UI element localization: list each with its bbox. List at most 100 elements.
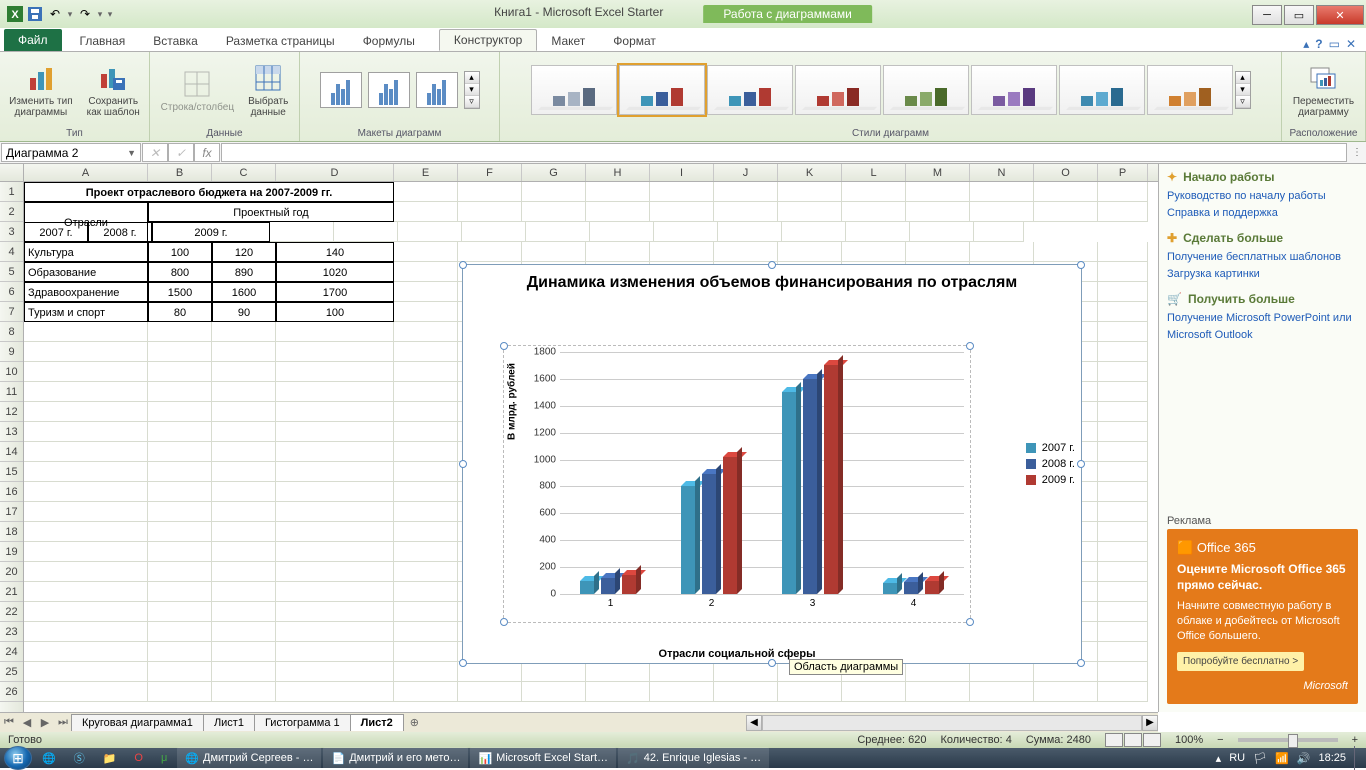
row-header[interactable]: 4 — [0, 242, 23, 262]
taskbar-pin-skype[interactable]: Ⓢ — [66, 747, 93, 769]
row-header[interactable]: 5 — [0, 262, 23, 282]
row-header[interactable]: 8 — [0, 322, 23, 342]
cell[interactable] — [394, 202, 458, 222]
cell[interactable] — [842, 682, 906, 702]
cell[interactable] — [714, 682, 778, 702]
cell[interactable] — [212, 382, 276, 402]
cell[interactable] — [842, 182, 906, 202]
fx-icon[interactable]: fx — [194, 143, 220, 162]
chart-legend[interactable]: 2007 г.2008 г.2009 г. — [1026, 438, 1075, 490]
cell[interactable] — [1098, 662, 1148, 682]
cell[interactable] — [24, 522, 148, 542]
cell[interactable] — [394, 562, 458, 582]
cell[interactable] — [1098, 362, 1148, 382]
save-as-template-button[interactable]: Сохранить как шаблон — [83, 60, 144, 120]
cell[interactable] — [148, 362, 212, 382]
cell[interactable] — [276, 582, 394, 602]
cell[interactable]: 100 — [148, 242, 212, 262]
taskbar-app-button[interactable]: 🌐Дмитрий Сергеев - … — [177, 747, 321, 769]
cell[interactable] — [212, 462, 276, 482]
cell[interactable] — [1098, 462, 1148, 482]
cell[interactable] — [212, 642, 276, 662]
column-header[interactable]: G — [522, 164, 586, 181]
cell[interactable] — [522, 202, 586, 222]
cell[interactable] — [394, 342, 458, 362]
cell[interactable] — [212, 422, 276, 442]
cell[interactable] — [394, 322, 458, 342]
cell[interactable] — [970, 202, 1034, 222]
horizontal-scrollbar[interactable]: ◀▶ — [746, 715, 1158, 731]
move-chart-button[interactable]: Переместить диаграмму — [1289, 60, 1358, 120]
cell[interactable]: 140 — [276, 242, 394, 262]
cell[interactable] — [24, 442, 148, 462]
cell[interactable]: Здравоохранение — [24, 282, 148, 302]
zoom-in-icon[interactable]: + — [1352, 734, 1358, 746]
column-header[interactable]: B — [148, 164, 212, 181]
row-header[interactable]: 16 — [0, 482, 23, 502]
taskbar-app-button[interactable]: 🎵42. Enrique Iglesias - … — [618, 747, 769, 769]
cell[interactable] — [778, 682, 842, 702]
cell[interactable] — [522, 682, 586, 702]
cell[interactable] — [906, 182, 970, 202]
qat-dropdown-icon[interactable]: ▾ — [106, 9, 114, 20]
cell[interactable] — [212, 582, 276, 602]
cell[interactable] — [394, 482, 458, 502]
tab-chart-format[interactable]: Формат — [599, 31, 670, 51]
sheet-nav-prev-icon[interactable]: ◀ — [18, 716, 36, 729]
taskbar-app-button[interactable]: 📊Microsoft Excel Start… — [470, 747, 616, 769]
start-button[interactable]: ⊞ — [4, 746, 32, 770]
cell[interactable] — [394, 362, 458, 382]
cell[interactable] — [1098, 682, 1148, 702]
column-header[interactable]: I — [650, 164, 714, 181]
cell[interactable] — [650, 202, 714, 222]
cell[interactable] — [276, 502, 394, 522]
row-header[interactable]: 11 — [0, 382, 23, 402]
cell[interactable] — [24, 602, 148, 622]
cell[interactable] — [970, 242, 1034, 262]
chart-layout-thumb[interactable] — [320, 72, 362, 108]
cell[interactable]: 90 — [212, 302, 276, 322]
new-sheet-button[interactable]: ⊕ — [404, 716, 425, 729]
row-header[interactable]: 18 — [0, 522, 23, 542]
cell[interactable] — [276, 342, 394, 362]
formula-input[interactable] — [221, 143, 1347, 162]
cell[interactable] — [714, 242, 778, 262]
cell[interactable] — [148, 662, 212, 682]
cell[interactable] — [462, 222, 526, 242]
cell[interactable] — [276, 362, 394, 382]
close-button[interactable]: ✕ — [1316, 5, 1364, 25]
cell[interactable]: Культура — [24, 242, 148, 262]
cell[interactable]: 80 — [148, 302, 212, 322]
cell[interactable] — [394, 402, 458, 422]
chart-bar[interactable] — [580, 581, 594, 594]
cell[interactable] — [212, 362, 276, 382]
cell[interactable] — [276, 682, 394, 702]
zoom-out-icon[interactable]: − — [1217, 734, 1223, 746]
legend-item[interactable]: 2007 г. — [1026, 442, 1075, 454]
tray-network-icon[interactable]: 📶 — [1275, 752, 1289, 765]
cell[interactable] — [276, 642, 394, 662]
cell[interactable] — [276, 662, 394, 682]
cell[interactable] — [148, 422, 212, 442]
chart-title[interactable]: Динамика изменения объемов финансировани… — [463, 265, 1081, 298]
cell[interactable] — [714, 182, 778, 202]
chart-bar[interactable] — [601, 578, 615, 594]
redo-icon[interactable]: ↷ — [76, 5, 94, 23]
row-header[interactable]: 10 — [0, 362, 23, 382]
chart-layout-thumb[interactable] — [368, 72, 410, 108]
cell[interactable] — [212, 482, 276, 502]
cell[interactable] — [1098, 182, 1148, 202]
cell[interactable] — [394, 262, 458, 282]
cell[interactable] — [842, 202, 906, 222]
chart-style-thumb[interactable] — [531, 65, 617, 115]
cell[interactable] — [148, 622, 212, 642]
cell[interactable] — [394, 602, 458, 622]
column-header[interactable]: H — [586, 164, 650, 181]
cell[interactable] — [276, 322, 394, 342]
cell[interactable] — [394, 662, 458, 682]
cell[interactable] — [586, 662, 650, 682]
tab-chart-design[interactable]: Конструктор — [439, 29, 537, 51]
zoom-slider[interactable] — [1238, 738, 1338, 742]
column-header[interactable]: M — [906, 164, 970, 181]
show-desktop-button[interactable] — [1354, 746, 1362, 770]
